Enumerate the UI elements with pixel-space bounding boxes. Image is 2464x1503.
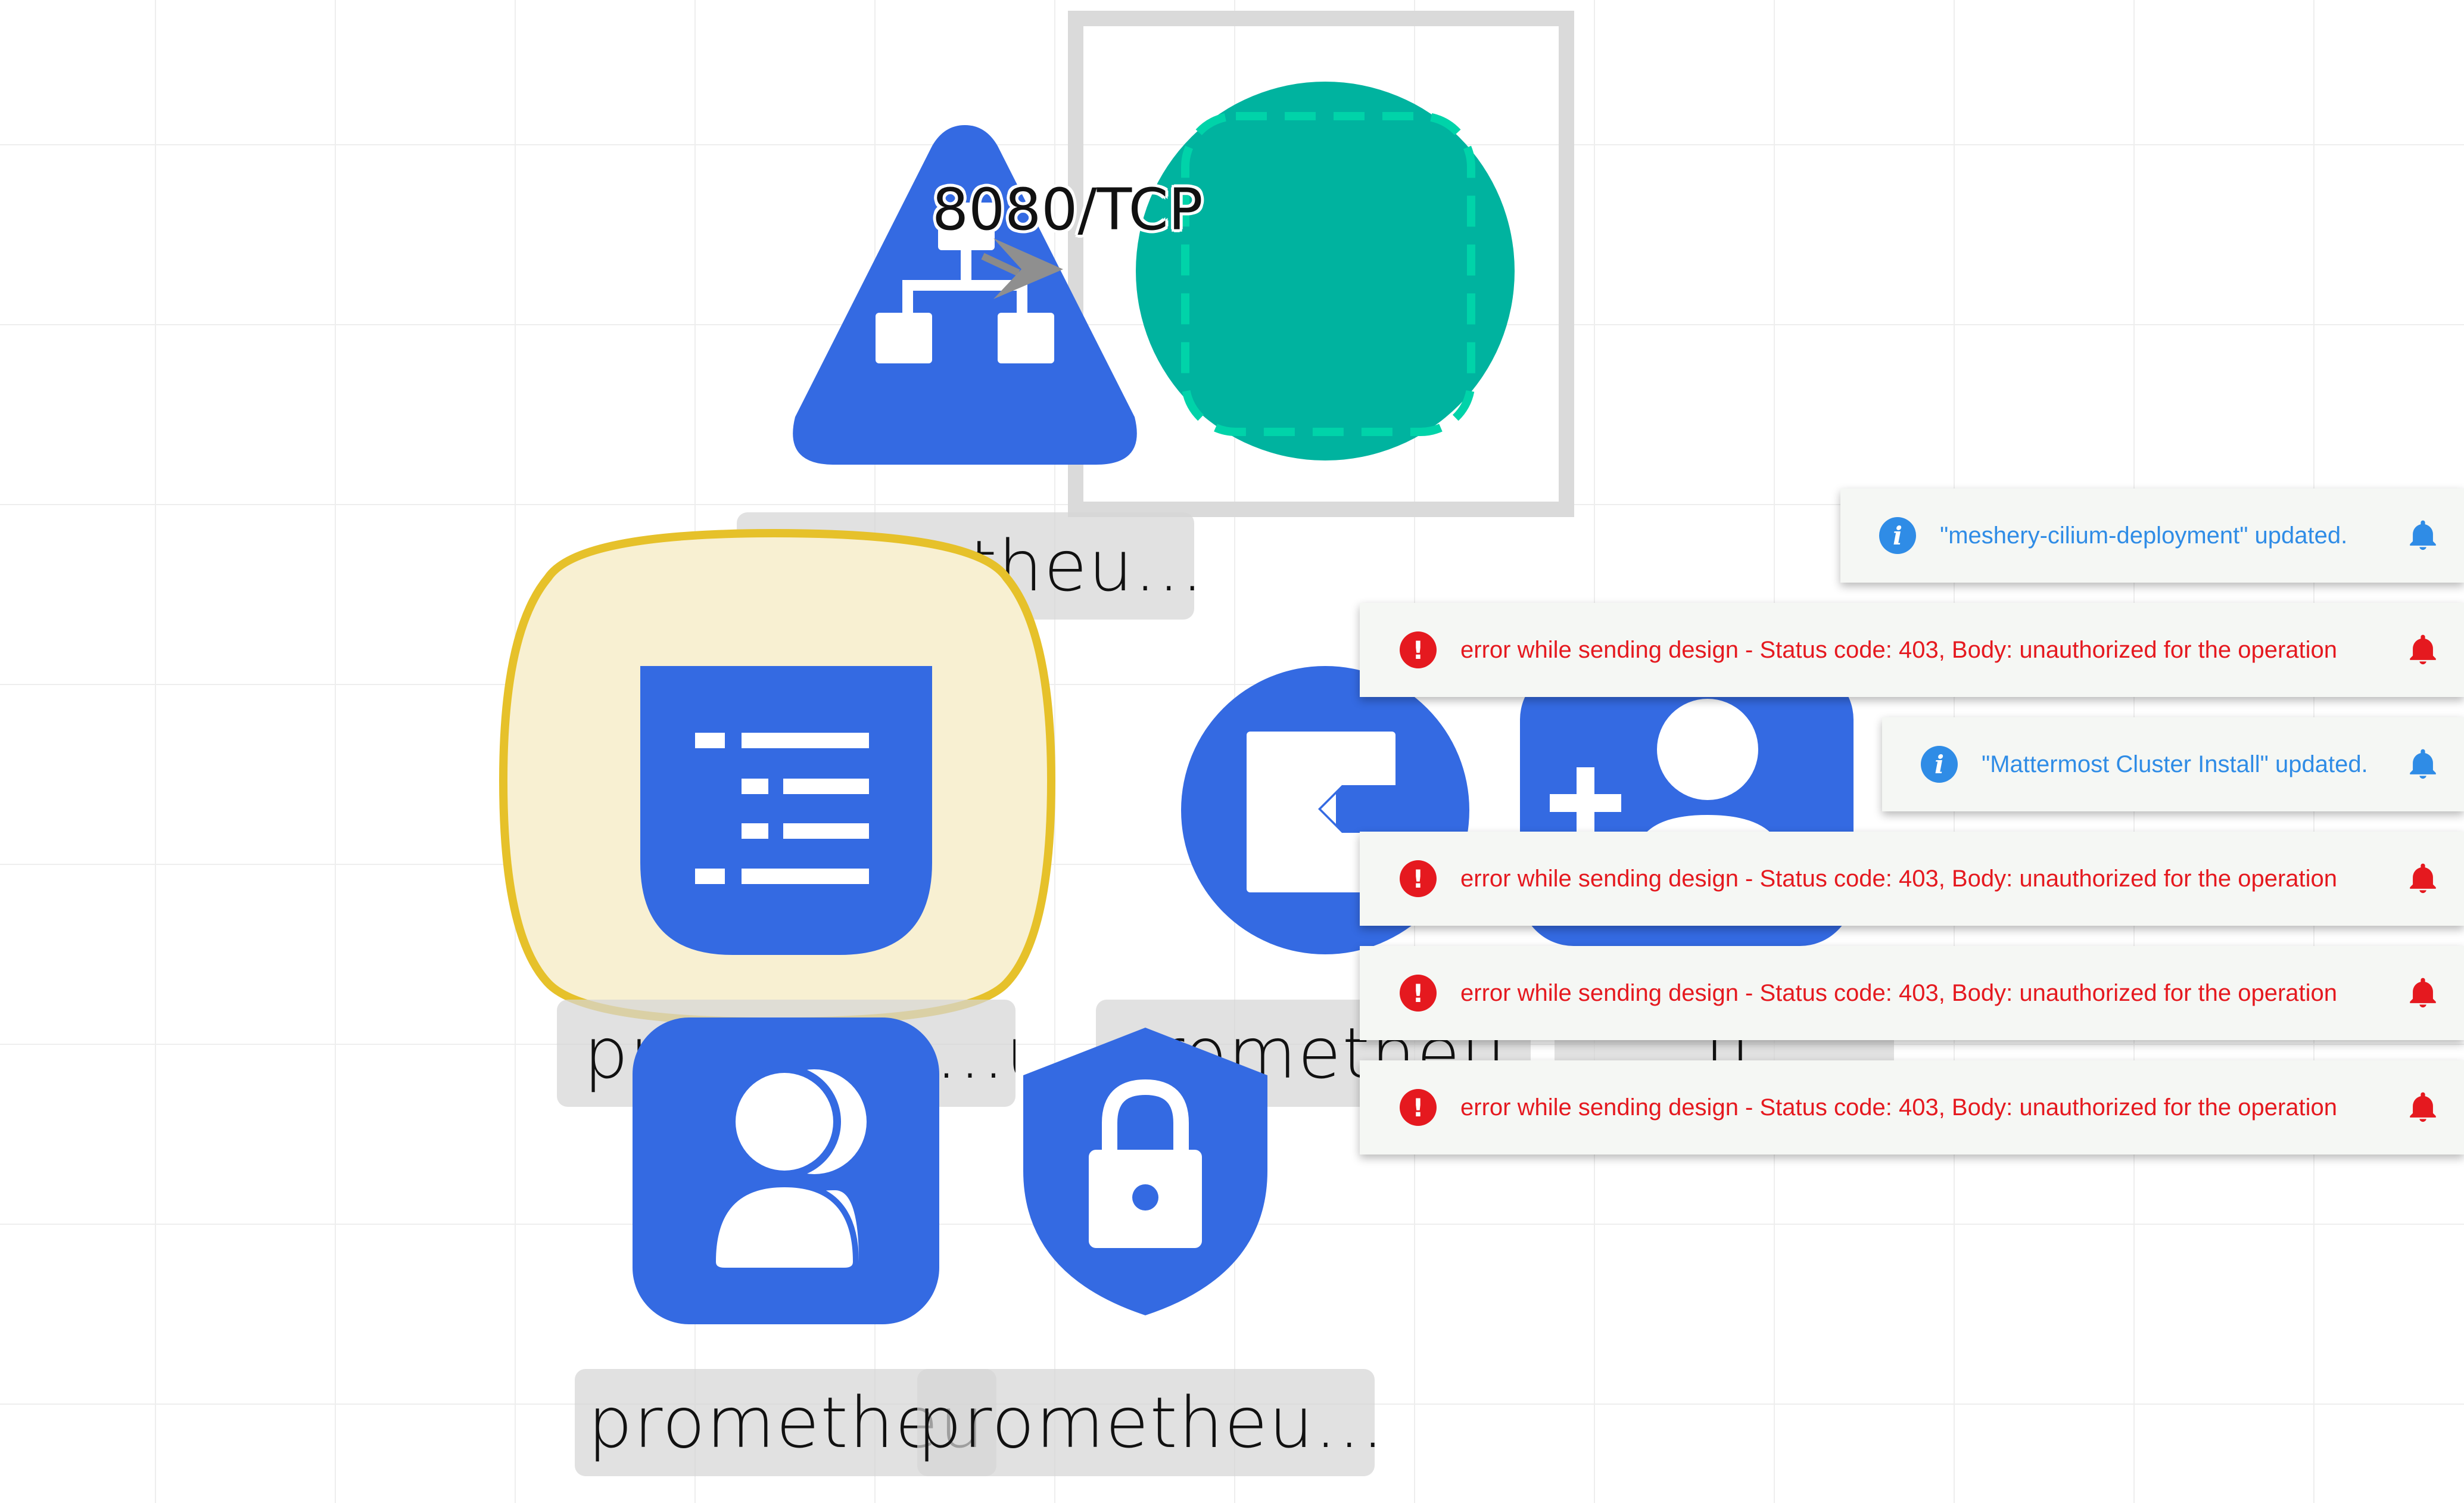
notification-toast[interactable]: ! error while sending design - Status co… [1360,1060,2464,1155]
error-icon: ! [1400,631,1437,668]
notification-message: error while sending design - Status code… [1460,1094,2338,1121]
edge-label: 8080/TCP [932,176,1203,243]
service-node[interactable] [789,119,1141,471]
notification-message: "Mattermost Cluster Install" updated. [1982,751,2368,777]
notification-toast[interactable]: ! error while sending design - Status co… [1360,832,2464,926]
info-icon: i [1879,517,1916,554]
error-icon: ! [1400,1089,1437,1126]
info-icon: i [1921,746,1958,783]
edge-arrow [981,238,1063,299]
notification-toast[interactable]: i "Mattermost Cluster Install" updated. [1882,717,2464,811]
bell-icon[interactable] [2406,976,2440,1010]
bell-icon[interactable] [2406,1090,2440,1125]
notification-message: error while sending design - Status code… [1460,865,2338,892]
bell-icon[interactable] [2406,633,2440,667]
pod-node[interactable] [1135,80,1516,462]
bell-icon[interactable] [2406,747,2440,782]
error-icon: ! [1400,860,1437,897]
notification-toast[interactable]: ! error while sending design - Status co… [1360,603,2464,697]
error-icon: ! [1400,975,1437,1012]
service-account-node[interactable] [633,1017,939,1324]
bell-icon[interactable] [2406,861,2440,896]
notification-toast[interactable]: i "meshery-cilium-deployment" updated. [1840,488,2464,583]
node-label-secret: prometheu... [917,1369,1375,1476]
bell-icon[interactable] [2406,518,2440,553]
notification-message: error while sending design - Status code… [1460,636,2338,663]
notification-message: error while sending design - Status code… [1460,979,2338,1006]
notification-toast[interactable]: ! error while sending design - Status co… [1360,946,2464,1040]
secret-node[interactable] [1023,1025,1267,1317]
configmap-node[interactable] [640,666,932,955]
notification-message: "meshery-cilium-deployment" updated. [1940,522,2348,549]
